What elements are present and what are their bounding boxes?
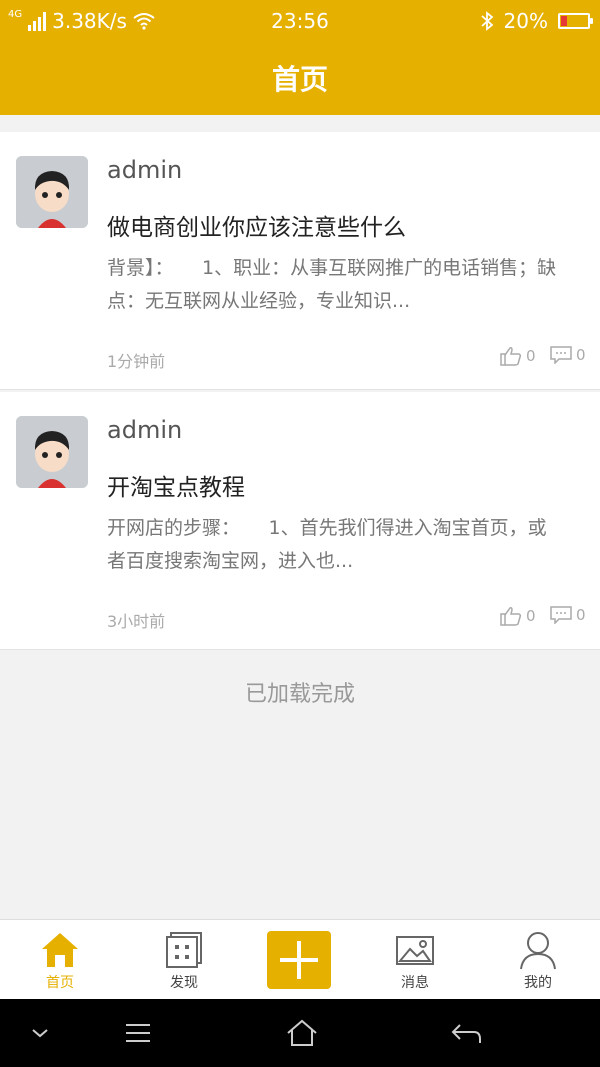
battery-percent: 20% (503, 9, 548, 33)
post-card[interactable]: admin 开淘宝点教程 开网店的步骤： 1、首先我们得进入淘宝首页，或者百度搜… (0, 392, 600, 650)
tab-me[interactable]: 我的 (478, 920, 598, 1000)
avatar[interactable] (16, 416, 88, 488)
tab-discover[interactable]: 发现 (124, 920, 244, 1000)
post-time: 3小时前 (107, 612, 166, 631)
post-excerpt: 开网店的步骤： 1、首先我们得进入淘宝首页，或者百度搜索淘宝网，进入也... (107, 517, 547, 572)
post-title[interactable]: 做电商创业你应该注意些什么 (107, 208, 406, 242)
avatar[interactable] (16, 156, 88, 228)
tab-label: 我的 (524, 975, 552, 991)
comment-icon (550, 346, 572, 364)
avatar-image (16, 156, 88, 228)
like-button[interactable]: 0 (500, 606, 536, 626)
tab-label: 消息 (401, 975, 429, 991)
tab-home[interactable]: 首页 (0, 920, 120, 1000)
page-title: 首页 (271, 63, 328, 96)
post-title[interactable]: 开淘宝点教程 (107, 468, 245, 502)
clock: 23:56 (271, 9, 329, 33)
avatar-image (16, 416, 88, 488)
tab-messages[interactable]: 消息 (355, 920, 475, 1000)
comment-icon (550, 606, 572, 624)
like-count: 0 (526, 607, 536, 625)
thumbs-up-icon (500, 347, 522, 366)
post-author[interactable]: admin (107, 156, 182, 184)
back-icon[interactable] (446, 1017, 486, 1049)
home-nav-icon[interactable] (282, 1017, 322, 1049)
add-post-button[interactable] (267, 931, 331, 989)
like-count: 0 (526, 347, 536, 365)
tab-bar: 首页 发现 消息 我的 (0, 919, 600, 999)
home-icon (42, 933, 78, 967)
menu-icon[interactable] (118, 1017, 158, 1049)
bluetooth-icon (480, 11, 493, 31)
post-card[interactable]: admin 做电商创业你应该注意些什么 背景】： 1、职业：从事互联网推广的电话… (0, 132, 600, 390)
image-icon (396, 936, 434, 965)
post-excerpt: 背景】： 1、职业：从事互联网推广的电话销售；缺点：无互联网从业经验，专业知识.… (107, 257, 557, 312)
tab-label: 首页 (46, 975, 74, 991)
post-time: 1分钟前 (107, 352, 166, 371)
list-end-status: 已加载完成 (244, 682, 355, 707)
person-icon (520, 932, 556, 970)
app-header: 4G 3.38K/s 23:56 20% 首页 (0, 0, 600, 115)
comment-button[interactable]: 0 (550, 346, 586, 364)
tab-label: 发现 (170, 975, 198, 991)
status-bar: 4G 3.38K/s 23:56 20% (0, 0, 600, 42)
battery-icon (558, 13, 593, 29)
thumbs-up-icon (500, 607, 522, 626)
discover-icon (166, 932, 202, 968)
comment-button[interactable]: 0 (550, 606, 586, 624)
plus-icon (280, 941, 318, 979)
system-nav-bar (0, 999, 600, 1067)
post-author[interactable]: admin (107, 416, 182, 444)
like-button[interactable]: 0 (500, 346, 536, 366)
chevron-down-icon[interactable] (20, 1017, 60, 1049)
comment-count: 0 (576, 346, 586, 364)
comment-count: 0 (576, 606, 586, 624)
